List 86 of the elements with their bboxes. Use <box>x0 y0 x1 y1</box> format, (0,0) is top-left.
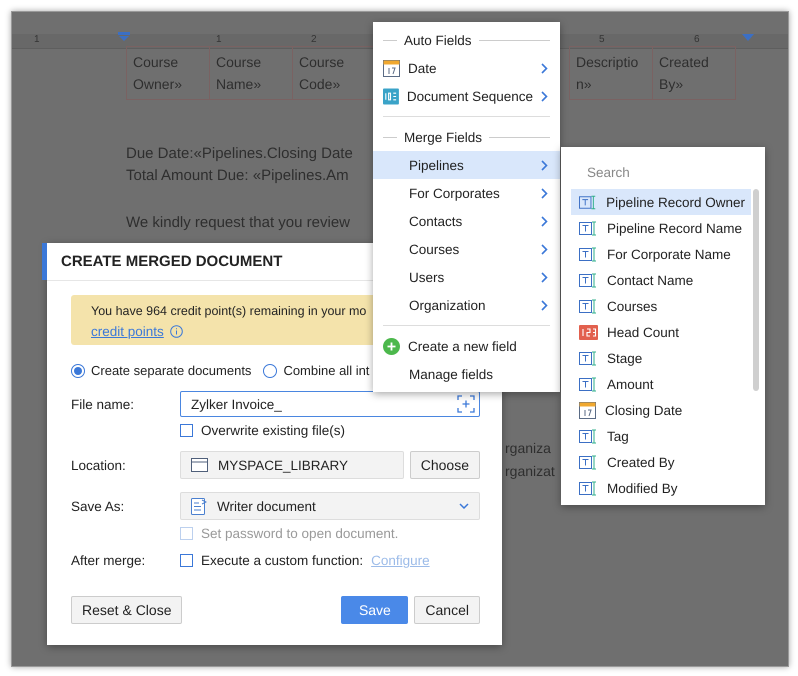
radio-label: Create separate documents <box>91 363 252 378</box>
text-field-icon <box>579 350 598 366</box>
radio-button[interactable] <box>263 364 278 378</box>
text-field-icon <box>579 376 598 392</box>
chevron-icon <box>541 300 548 310</box>
checkbox-label: Overwrite existing file(s) <box>201 423 346 438</box>
dialog-button[interactable]: Cancel <box>414 596 480 624</box>
menu-item[interactable]: Organization <box>373 291 560 319</box>
file-name-box[interactable]: Zylker Invoice_ <box>180 391 480 417</box>
location-field: MYSPACE_LIBRARY <box>180 451 404 479</box>
document-text: Due Date:«Pipelines.Closing Date <box>126 144 353 164</box>
field-label: File name: <box>71 396 136 412</box>
field-label: Location: <box>71 458 127 472</box>
menu-item[interactable]: Contacts <box>373 207 560 235</box>
field-item[interactable]: Head Count <box>571 319 751 345</box>
choose-button[interactable]: Choose <box>410 451 480 479</box>
chevron-icon <box>541 90 548 102</box>
field-item[interactable]: Tag <box>571 423 751 449</box>
menu-item[interactable]: Date <box>373 54 560 82</box>
menu-item[interactable]: Manage fields <box>373 360 560 388</box>
field-item[interactable]: Courses <box>571 293 751 319</box>
document-text: rganiza <box>505 440 551 456</box>
text-field-icon <box>579 480 598 496</box>
radio-label: Combine all int <box>283 363 370 378</box>
save-as-dropdown[interactable]: Writer document <box>180 492 480 520</box>
field-item[interactable]: Modified By <box>571 475 751 501</box>
table-cell: Course Name» <box>210 47 293 99</box>
accent-bar <box>42 243 47 280</box>
checkbox[interactable] <box>180 424 193 437</box>
text-field-icon <box>579 194 598 210</box>
field-item[interactable]: Closing Date <box>571 397 751 423</box>
indent-marker-icon <box>742 34 754 42</box>
chevron-icon <box>541 272 548 282</box>
checkbox[interactable] <box>180 554 193 567</box>
field-item[interactable]: Pipeline Record Name <box>571 215 751 241</box>
table-cell: Course Owner» <box>127 47 210 99</box>
dialog-button[interactable]: Reset & Close <box>71 596 182 624</box>
document-text: rganizat <box>505 463 555 479</box>
chevron-icon <box>541 160 548 170</box>
field-item[interactable]: Stage <box>571 345 751 371</box>
table-cell: Description» <box>570 47 653 99</box>
chevron-icon <box>541 216 548 226</box>
search-field[interactable]: Search <box>587 164 764 180</box>
text-field-icon <box>579 272 598 288</box>
calendar-icon <box>383 60 400 76</box>
document-text: We kindly request that you review <box>126 213 351 233</box>
number-field-icon <box>579 324 598 340</box>
text-field-icon <box>579 298 598 314</box>
field-item[interactable]: Created By <box>571 449 751 475</box>
indent-marker-icon <box>118 32 130 42</box>
field-item[interactable]: Contact Name <box>571 267 751 293</box>
field-item[interactable]: Pipeline Record Owner <box>571 189 751 215</box>
insert-field-icon <box>457 395 475 413</box>
section-header: Auto Fields <box>404 32 472 48</box>
info-icon <box>170 325 183 338</box>
field-label: Save As: <box>71 498 126 514</box>
folder-icon <box>191 458 208 472</box>
sequence-icon <box>383 88 399 104</box>
chevron-icon <box>541 244 548 254</box>
document-icon <box>191 498 207 514</box>
document-text: Total Amount Due: «Pipelines.Am <box>126 166 350 186</box>
calendar-icon <box>579 402 596 418</box>
field-label: After merge: <box>71 553 146 568</box>
text-field-icon <box>579 220 598 236</box>
menu-item[interactable]: Create a new field <box>373 332 560 360</box>
checkbox-label: Set password to open document. <box>201 526 398 541</box>
text-field-icon <box>579 428 598 444</box>
chevron-icon <box>541 188 548 198</box>
table-cell-text: Created By» <box>658 53 710 94</box>
section-header: Merge Fields <box>404 130 482 144</box>
table-cell-text: Course Code» <box>298 53 346 94</box>
chevron-icon <box>541 62 548 74</box>
checkbox-label: Execute a custom function: <box>201 553 364 568</box>
text-field-icon <box>579 246 598 262</box>
menu-item[interactable]: Document Sequence <box>373 82 560 110</box>
add-icon <box>383 338 400 354</box>
scrollbar-thumb[interactable] <box>753 189 759 391</box>
file-name-field[interactable]: Zylker Invoice_ <box>191 396 457 412</box>
text-field-icon <box>579 454 598 470</box>
field-item[interactable]: For Corporate Name <box>571 241 751 267</box>
field-item[interactable]: Amount <box>571 371 751 397</box>
radio-button[interactable] <box>71 364 85 378</box>
menu-item[interactable]: For Corporates <box>373 179 560 207</box>
banner-text: You have 964 credit point(s) remaining in your mo <box>91 303 368 320</box>
chevron-down-icon <box>459 502 469 510</box>
menu-item[interactable]: Pipelines <box>373 151 560 179</box>
